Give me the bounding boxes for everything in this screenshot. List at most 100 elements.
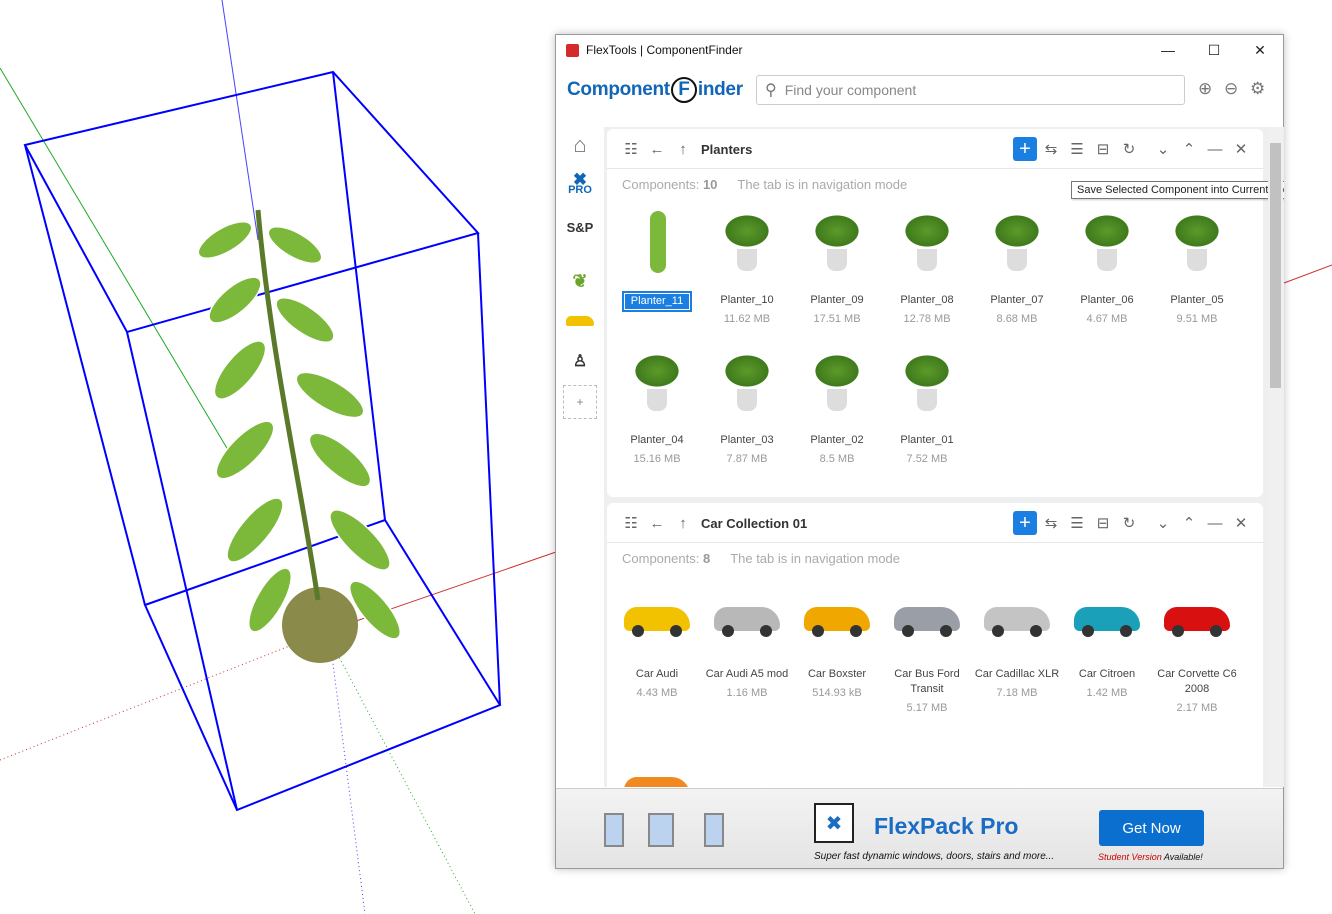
search-input[interactable]: ⚲ Find your component xyxy=(756,75,1185,105)
component-name-text: Planter_01 xyxy=(900,434,954,446)
maximize-button[interactable]: ☐ xyxy=(1191,35,1237,65)
component-name-text[interactable]: Planter_11 xyxy=(621,291,693,312)
component-item[interactable]: Planter_03 7.87 MB xyxy=(702,349,792,465)
expand-icon[interactable]: ⌃ xyxy=(1179,513,1199,533)
add-component-button[interactable]: + xyxy=(1013,137,1037,161)
component-item[interactable] xyxy=(612,753,702,787)
scrollbar[interactable] xyxy=(1268,127,1283,787)
flexpack-ad-banner[interactable]: ✖ FlexPack Pro Super fast dynamic window… xyxy=(556,788,1283,868)
component-name: Car Audi xyxy=(612,667,702,682)
list-view-icon[interactable]: ☷ xyxy=(621,513,641,533)
zoom-out-icon[interactable]: ⊖ xyxy=(1224,79,1238,99)
pro-label: PRO xyxy=(568,184,592,196)
close-button[interactable]: ✕ xyxy=(1237,35,1283,65)
component-name-text: Planter_04 xyxy=(630,434,684,446)
component-size: 15.16 MB xyxy=(633,453,681,465)
component-item[interactable]: Planter_05 9.51 MB xyxy=(1152,209,1242,325)
component-item[interactable]: Car Audi 4.43 MB xyxy=(612,583,702,699)
component-name: Planter_04 xyxy=(612,433,702,448)
panel-header: ☷ ← ↑ Car Collection 01 + ⇆ ☰ ⊟ ↻ ⌄ ⌃ — ✕ xyxy=(607,503,1263,543)
component-name: Car Boxster xyxy=(792,667,882,682)
components-label: Components: xyxy=(622,177,700,192)
back-arrow-icon[interactable]: ← xyxy=(647,139,667,159)
component-size: 12.78 MB xyxy=(903,313,951,325)
components-count: 8 xyxy=(702,551,711,566)
sort-icon[interactable]: ☰ xyxy=(1067,139,1087,159)
component-item[interactable]: Planter_07 8.68 MB xyxy=(972,209,1062,325)
ad-title: FlexPack Pro xyxy=(874,813,1019,839)
expand-icon[interactable]: ⌃ xyxy=(1179,139,1199,159)
flexpack-box-icon: ✖ xyxy=(814,803,854,843)
close-panel-icon[interactable]: ✕ xyxy=(1231,139,1251,159)
minimize-button[interactable]: — xyxy=(1145,35,1191,65)
component-item[interactable]: Planter_08 12.78 MB xyxy=(882,209,972,325)
component-size: 1.42 MB xyxy=(1086,687,1128,699)
component-item[interactable]: Car Audi A5 mod 1.16 MB xyxy=(702,583,792,699)
car-thumbnail xyxy=(622,753,692,787)
person-icon[interactable]: ♙ xyxy=(566,347,594,375)
component-name: Planter_11 xyxy=(612,291,702,312)
planter-thumbnail xyxy=(622,349,692,419)
up-arrow-icon[interactable]: ↑ xyxy=(673,513,693,533)
save-drive-icon[interactable]: ⊟ xyxy=(1093,513,1113,533)
ad-subtitle: Super fast dynamic windows, doors, stair… xyxy=(814,851,1055,862)
settings-toggle-icon[interactable]: ⚙ xyxy=(1250,79,1265,99)
component-item[interactable]: Planter_02 8.5 MB xyxy=(792,349,882,465)
component-item[interactable]: Car Corvette C6 2008 2.17 MB xyxy=(1152,583,1242,714)
component-size: 17.51 MB xyxy=(813,313,861,325)
car-thumbnail xyxy=(712,583,782,653)
planter-thumbnail xyxy=(802,209,872,279)
zoom-in-icon[interactable]: ⊕ xyxy=(1198,79,1212,99)
sidebar-item-flexpack-pro[interactable]: ✖ PRO xyxy=(566,171,594,199)
get-now-button[interactable]: Get Now xyxy=(1099,810,1204,846)
car-icon[interactable] xyxy=(566,307,594,335)
up-arrow-icon[interactable]: ↑ xyxy=(673,139,693,159)
replace-icon[interactable]: ⇆ xyxy=(1041,513,1061,533)
component-item[interactable]: Car Cadillac XLR 7.18 MB xyxy=(972,583,1062,699)
components-label: Components: xyxy=(622,551,700,566)
window-icon xyxy=(604,813,624,847)
scrollbar-thumb[interactable] xyxy=(1270,143,1281,388)
component-name-text: Car Audi A5 mod xyxy=(705,668,789,680)
component-item[interactable]: Planter_04 15.16 MB xyxy=(612,349,702,465)
add-tab-button[interactable]: + xyxy=(563,385,597,419)
logo-magnifier-f: F xyxy=(670,77,697,103)
component-name-text: Car Bus Ford Transit xyxy=(894,668,960,695)
component-item[interactable]: Planter_01 7.52 MB xyxy=(882,349,972,465)
refresh-icon[interactable]: ↻ xyxy=(1119,139,1139,159)
save-drive-icon[interactable]: ⊟ xyxy=(1093,139,1113,159)
sidebar-item-s-and-p[interactable]: S&P xyxy=(566,213,594,241)
component-item[interactable]: Planter_11 xyxy=(612,209,702,312)
door-icon xyxy=(648,813,674,847)
component-name-text: Car Boxster xyxy=(807,668,867,680)
sidebar: ⌂ ✖ PRO S&P ❦ ♙ + xyxy=(556,127,604,787)
planter-thumbnail xyxy=(1162,209,1232,279)
planter-icon[interactable]: ❦ xyxy=(566,267,594,295)
component-name-text: Planter_07 xyxy=(990,294,1044,306)
component-item[interactable]: Car Boxster 514.93 kB xyxy=(792,583,882,699)
list-view-icon[interactable]: ☷ xyxy=(621,139,641,159)
collapse-icon[interactable]: ⌄ xyxy=(1153,513,1173,533)
minimize-panel-icon[interactable]: — xyxy=(1205,139,1225,159)
collapse-icon[interactable]: ⌄ xyxy=(1153,139,1173,159)
component-item[interactable]: Car Bus Ford Transit 5.17 MB xyxy=(882,583,972,714)
component-item[interactable]: Car Citroen 1.42 MB xyxy=(1062,583,1152,699)
component-name-text: Planter_09 xyxy=(810,294,864,306)
replace-icon[interactable]: ⇆ xyxy=(1041,139,1061,159)
component-item[interactable]: Planter_10 11.62 MB xyxy=(702,209,792,325)
minimize-panel-icon[interactable]: — xyxy=(1205,513,1225,533)
refresh-icon[interactable]: ↻ xyxy=(1119,513,1139,533)
sort-icon[interactable]: ☰ xyxy=(1067,513,1087,533)
back-arrow-icon[interactable]: ← xyxy=(647,513,667,533)
red-axis-right xyxy=(1283,264,1332,284)
component-item[interactable]: Planter_06 4.67 MB xyxy=(1062,209,1152,325)
component-name-text: Planter_03 xyxy=(720,434,774,446)
add-component-button[interactable]: + xyxy=(1013,511,1037,535)
home-icon[interactable]: ⌂ xyxy=(566,131,594,159)
blue-axis-dotted xyxy=(329,639,366,914)
panel-title: Car Collection 01 xyxy=(701,516,808,531)
planter-thumbnail xyxy=(892,209,962,279)
component-finder-logo: Component Finder xyxy=(567,77,743,103)
close-panel-icon[interactable]: ✕ xyxy=(1231,513,1251,533)
component-item[interactable]: Planter_09 17.51 MB xyxy=(792,209,882,325)
